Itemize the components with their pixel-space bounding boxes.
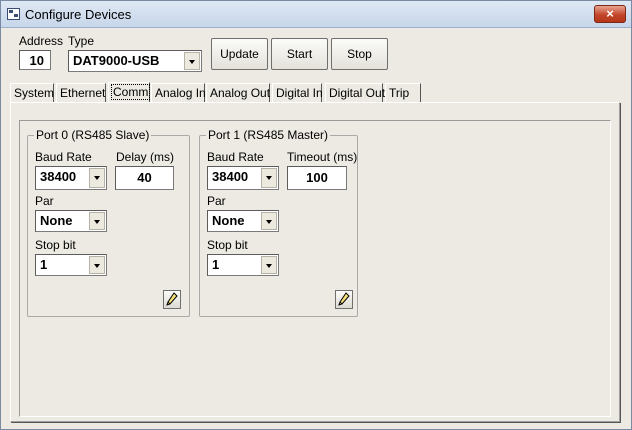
chevron-down-icon[interactable] bbox=[261, 256, 277, 274]
port1-stop-label: Stop bit bbox=[207, 238, 248, 252]
port1-stop-value: 1 bbox=[212, 257, 220, 272]
port1-title: Port 1 (RS485 Master) bbox=[206, 128, 331, 142]
port0-delay-label: Delay (ms) bbox=[116, 150, 175, 164]
chevron-down-icon[interactable] bbox=[261, 212, 277, 230]
port1-baud-label: Baud Rate bbox=[207, 150, 264, 164]
chevron-down-icon[interactable] bbox=[89, 168, 105, 188]
address-label: Address bbox=[19, 34, 64, 48]
tab-label: Analog Out bbox=[210, 86, 271, 100]
update-button[interactable]: Update bbox=[211, 38, 268, 70]
port0-par-value: None bbox=[40, 213, 73, 228]
start-button[interactable]: Start bbox=[271, 38, 328, 70]
tab-label: System bbox=[14, 86, 55, 100]
type-select[interactable]: DAT9000-USB bbox=[68, 50, 202, 72]
tab-label: Comm bbox=[110, 84, 151, 100]
tab-digital-in[interactable]: Digital In bbox=[272, 83, 323, 103]
close-button[interactable]: × bbox=[594, 5, 626, 23]
port1-baud-value: 38400 bbox=[212, 169, 249, 184]
port1-baud-select[interactable]: 38400 bbox=[207, 166, 279, 190]
tab-label: Trip bbox=[389, 86, 410, 100]
port1-timeout-field[interactable]: 100 bbox=[287, 166, 347, 190]
type-label: Type bbox=[68, 34, 95, 48]
address-field[interactable]: 10 bbox=[19, 50, 51, 70]
type-select-value: DAT9000-USB bbox=[73, 53, 160, 68]
port0-stop-label: Stop bit bbox=[35, 238, 76, 252]
port0-stop-value: 1 bbox=[40, 257, 48, 272]
chevron-down-icon[interactable] bbox=[89, 212, 105, 230]
port0-baud-value: 38400 bbox=[40, 169, 77, 184]
tab-digital-out[interactable]: Digital Out bbox=[325, 83, 386, 103]
tab-label: Ethernet bbox=[60, 86, 106, 100]
port1-stop-select[interactable]: 1 bbox=[207, 254, 279, 276]
window-title: Configure Devices bbox=[25, 7, 132, 22]
port0-baud-label: Baud Rate bbox=[35, 150, 92, 164]
port0-par-label: Par bbox=[35, 194, 54, 208]
title-bar[interactable]: Configure Devices × bbox=[1, 1, 631, 28]
port0-baud-select[interactable]: 38400 bbox=[35, 166, 107, 190]
pencil-icon bbox=[166, 292, 178, 306]
port1-par-label: Par bbox=[207, 194, 226, 208]
chevron-down-icon[interactable] bbox=[89, 256, 105, 274]
tab-system[interactable]: System bbox=[10, 83, 54, 103]
tab-label: Analog In bbox=[155, 86, 206, 100]
tab-analog-out[interactable]: Analog Out bbox=[206, 83, 270, 103]
tab-ethernet[interactable]: Ethernet bbox=[56, 83, 106, 103]
tab-label: Digital In bbox=[276, 86, 323, 100]
tab-comm[interactable]: Comm bbox=[108, 82, 151, 103]
port1-timeout-label: Timeout (ms) bbox=[287, 150, 358, 164]
chevron-down-icon[interactable] bbox=[261, 168, 277, 188]
configure-devices-window: Configure Devices × Address 10 Type DAT9… bbox=[0, 0, 632, 430]
port0-par-select[interactable]: None bbox=[35, 210, 107, 232]
stop-button[interactable]: Stop bbox=[331, 38, 388, 70]
port1-edit-button[interactable] bbox=[335, 290, 353, 309]
port0-edit-button[interactable] bbox=[163, 290, 181, 309]
tab-analog-in[interactable]: Analog In bbox=[151, 83, 206, 103]
port0-delay-field[interactable]: 40 bbox=[115, 166, 174, 190]
port0-stop-select[interactable]: 1 bbox=[35, 254, 107, 276]
port1-par-value: None bbox=[212, 213, 245, 228]
chevron-down-icon[interactable] bbox=[184, 52, 200, 70]
tab-label: Digital Out bbox=[329, 86, 386, 100]
app-icon bbox=[7, 8, 20, 20]
pencil-icon bbox=[338, 292, 350, 306]
port1-par-select[interactable]: None bbox=[207, 210, 279, 232]
port0-title: Port 0 (RS485 Slave) bbox=[34, 128, 152, 142]
tab-trip[interactable]: Trip bbox=[385, 83, 421, 103]
